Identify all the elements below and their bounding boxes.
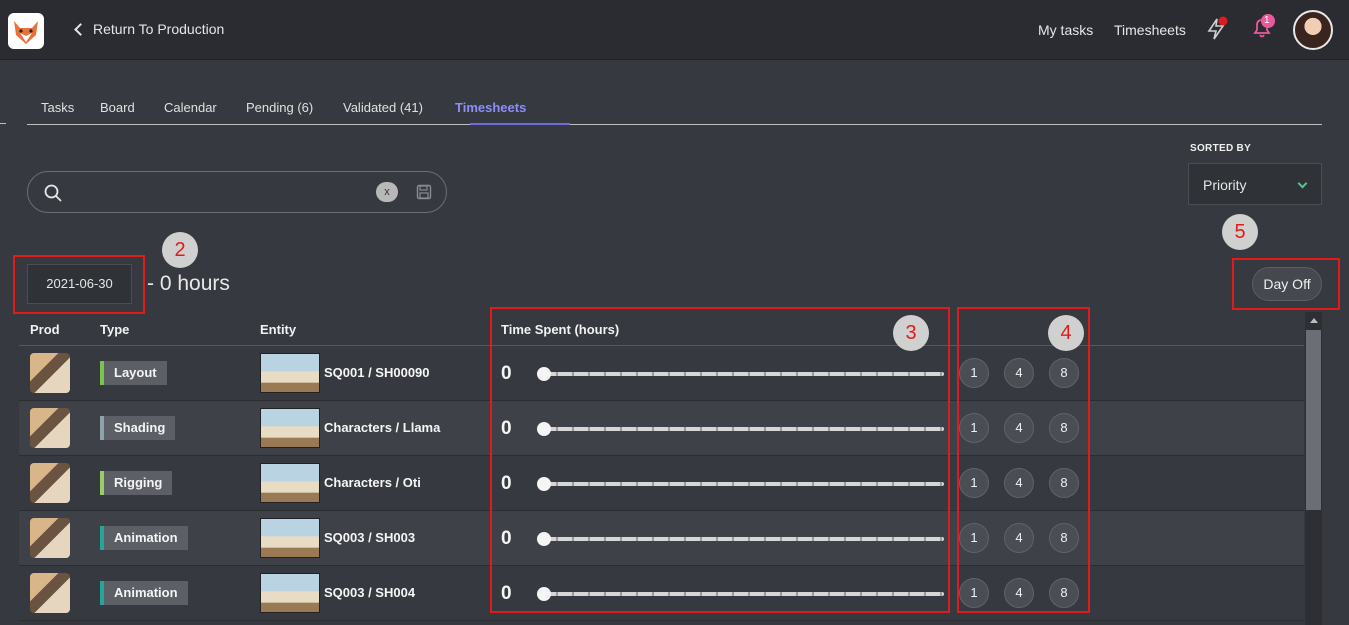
my-tasks-link[interactable]: My tasks bbox=[1038, 22, 1093, 38]
return-to-production-link[interactable]: Return To Production bbox=[74, 21, 225, 37]
annotation-badge-5: 5 bbox=[1222, 214, 1258, 250]
tab-validated[interactable]: Validated (41) bbox=[343, 100, 423, 115]
kitsu-logo[interactable] bbox=[8, 13, 44, 49]
task-type-tag[interactable]: Rigging bbox=[100, 471, 173, 495]
task-type-tag[interactable]: Layout bbox=[100, 361, 167, 385]
tab-calendar[interactable]: Calendar bbox=[164, 100, 217, 115]
entity-thumbnail bbox=[260, 353, 320, 393]
production-thumbnail bbox=[30, 518, 70, 558]
annotation-badge-2: 2 bbox=[162, 232, 198, 268]
top-bar: Return To Production My tasks Timesheets… bbox=[0, 0, 1349, 60]
entity-thumbnail bbox=[260, 573, 320, 613]
bell-icon bbox=[1253, 14, 1275, 38]
production-thumbnail bbox=[30, 408, 70, 448]
annotation-badge-3: 3 bbox=[893, 315, 929, 351]
annotation-box-day-off bbox=[1232, 258, 1340, 310]
task-type-tag[interactable]: Shading bbox=[100, 416, 176, 440]
fox-logo-icon bbox=[14, 21, 38, 44]
annotation-badge-4: 4 bbox=[1048, 315, 1084, 351]
tab-tasks[interactable]: Tasks bbox=[41, 100, 74, 115]
notifications-button[interactable]: 1 bbox=[1248, 12, 1278, 47]
return-to-production-label: Return To Production bbox=[93, 21, 225, 37]
tabs-bar: Tasks Board Calendar Pending (6) Validat… bbox=[27, 90, 1322, 125]
entity-thumbnail bbox=[260, 518, 320, 558]
column-header-prod: Prod bbox=[30, 322, 60, 337]
entity-name[interactable]: SQ003 / SH003 bbox=[324, 530, 415, 545]
entity-thumbnail bbox=[260, 463, 320, 503]
clear-search-button[interactable]: x bbox=[376, 182, 398, 202]
task-type-tag[interactable]: Animation bbox=[100, 526, 188, 550]
lightning-icon bbox=[1207, 16, 1228, 40]
chevron-left-icon bbox=[74, 23, 87, 36]
entity-name[interactable]: Characters / Oti bbox=[324, 475, 421, 490]
column-header-type: Type bbox=[100, 322, 130, 337]
scrollbar-thumb[interactable] bbox=[1306, 330, 1321, 510]
production-thumbnail bbox=[30, 573, 70, 613]
annotation-box-time-spent bbox=[490, 307, 950, 613]
production-thumbnail bbox=[30, 353, 70, 393]
production-thumbnail bbox=[30, 463, 70, 503]
annotation-box-quick-hours bbox=[957, 307, 1090, 613]
scroll-up-arrow-icon[interactable] bbox=[1305, 312, 1322, 328]
save-search-icon[interactable] bbox=[416, 184, 432, 200]
sort-value: Priority bbox=[1203, 177, 1247, 193]
search-icon bbox=[44, 184, 62, 202]
entity-name[interactable]: SQ003 / SH004 bbox=[324, 585, 415, 600]
notification-count: 1 bbox=[1264, 15, 1270, 26]
tab-pending[interactable]: Pending (6) bbox=[246, 100, 313, 115]
entity-name[interactable]: SQ001 / SH00090 bbox=[324, 365, 430, 380]
total-hours: - 0 hours bbox=[147, 272, 230, 295]
chevron-down-icon bbox=[1297, 178, 1308, 189]
annotation-box-date bbox=[13, 255, 145, 314]
tab-timesheets[interactable]: Timesheets bbox=[455, 100, 526, 115]
entity-name[interactable]: Characters / Llama bbox=[324, 420, 440, 435]
task-type-tag[interactable]: Animation bbox=[100, 581, 188, 605]
search-bar: x bbox=[27, 171, 447, 213]
sort-select[interactable]: Priority bbox=[1188, 163, 1322, 205]
user-avatar[interactable] bbox=[1293, 10, 1333, 50]
timesheets-link[interactable]: Timesheets bbox=[1114, 22, 1186, 38]
column-header-entity: Entity bbox=[260, 322, 297, 337]
sorted-by-label: SORTED BY bbox=[1190, 143, 1252, 154]
tab-board[interactable]: Board bbox=[100, 100, 135, 115]
news-feed-button[interactable] bbox=[1204, 16, 1230, 47]
entity-thumbnail bbox=[260, 408, 320, 448]
search-input[interactable] bbox=[80, 182, 380, 202]
divider bbox=[0, 123, 6, 124]
active-tab-indicator bbox=[470, 123, 570, 125]
